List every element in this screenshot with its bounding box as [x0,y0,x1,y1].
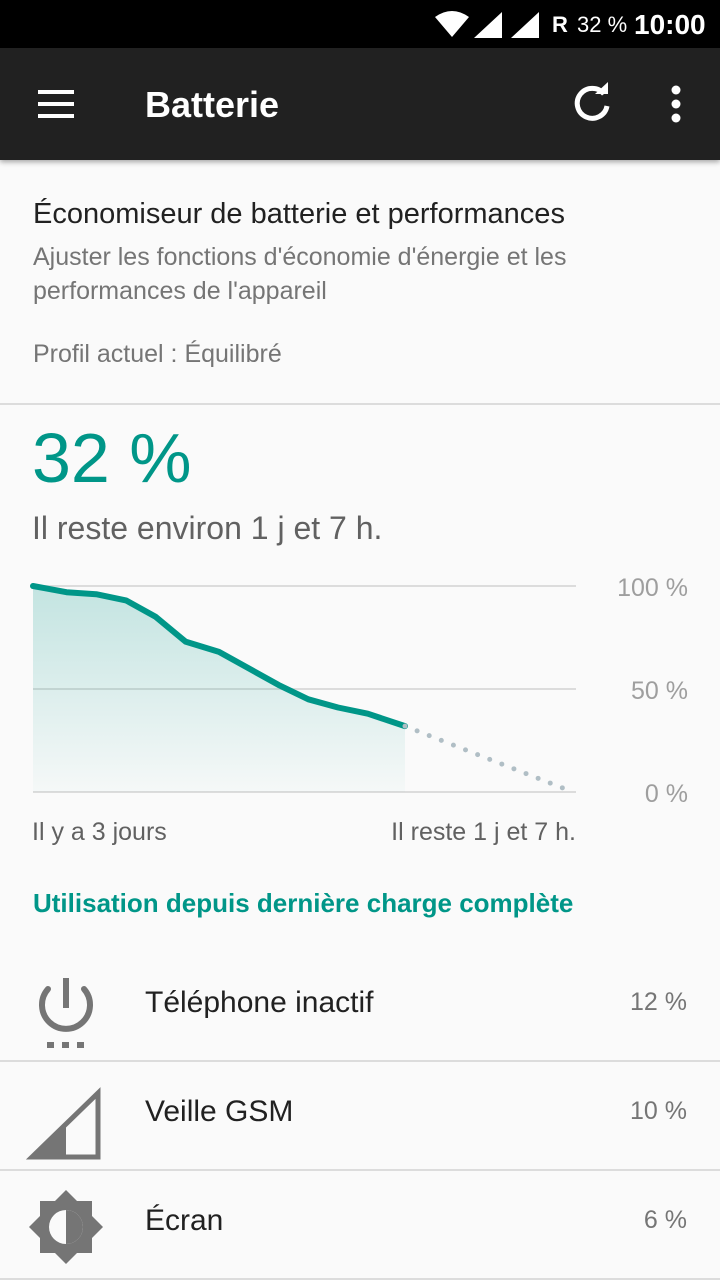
x-label-start: Il y a 3 jours [32,818,167,846]
usage-percent: 6 % [643,1206,687,1234]
saver-profile: Profil actuel : Équilibré [33,340,282,368]
usage-item-gsm[interactable]: Veille GSM 10 % [0,1063,720,1171]
y-tick-label-50: 50 % [631,677,688,705]
menu-button[interactable] [24,80,88,128]
usage-label: Veille GSM [145,1095,294,1128]
clock: 10:00 [634,9,706,40]
cell-signal-icon [26,1087,101,1160]
battery-saver-setting[interactable]: Économiseur de batterie et performances … [0,160,720,405]
y-tick-label-0: 0 % [644,780,688,808]
more-vert-icon [671,85,681,123]
battery-remaining: Il reste environ 1 j et 7 h. [32,510,383,546]
usage-label: Téléphone inactif [145,986,374,1019]
usage-item-idle[interactable]: Téléphone inactif 12 % [0,954,720,1062]
status-bar: R 32 % 10:00 [0,0,720,48]
saver-description: Ajuster les fonctions d'économie d'énerg… [33,243,567,305]
saver-title: Économiseur de batterie et performances [33,198,565,230]
power-idle-icon [39,978,93,1048]
battery-level-text: 32 % [577,12,628,37]
x-label-end: Il reste 1 j et 7 h. [391,818,576,846]
usage-percent: 10 % [630,1097,687,1125]
app-bar: Batterie [0,48,720,160]
y-tick-label-100: 100 % [617,574,688,602]
signal-icon [474,12,502,38]
usage-percent: 12 % [630,988,687,1016]
usage-section-title: Utilisation depuis dernière charge compl… [33,888,574,918]
usage-item-screen[interactable]: Écran 6 % [0,1172,720,1280]
page-title: Batterie [145,84,280,125]
brightness-icon [29,1190,103,1264]
roaming-indicator: R [552,12,568,37]
usage-label: Écran [145,1204,224,1237]
menu-icon [38,90,74,94]
battery-percent: 32 % [32,419,192,497]
refresh-icon [574,82,610,121]
wifi-icon [435,11,469,37]
more-options-button[interactable] [650,78,702,130]
refresh-button[interactable] [566,78,618,130]
signal-icon-2 [511,12,539,38]
prediction-line [402,723,576,795]
